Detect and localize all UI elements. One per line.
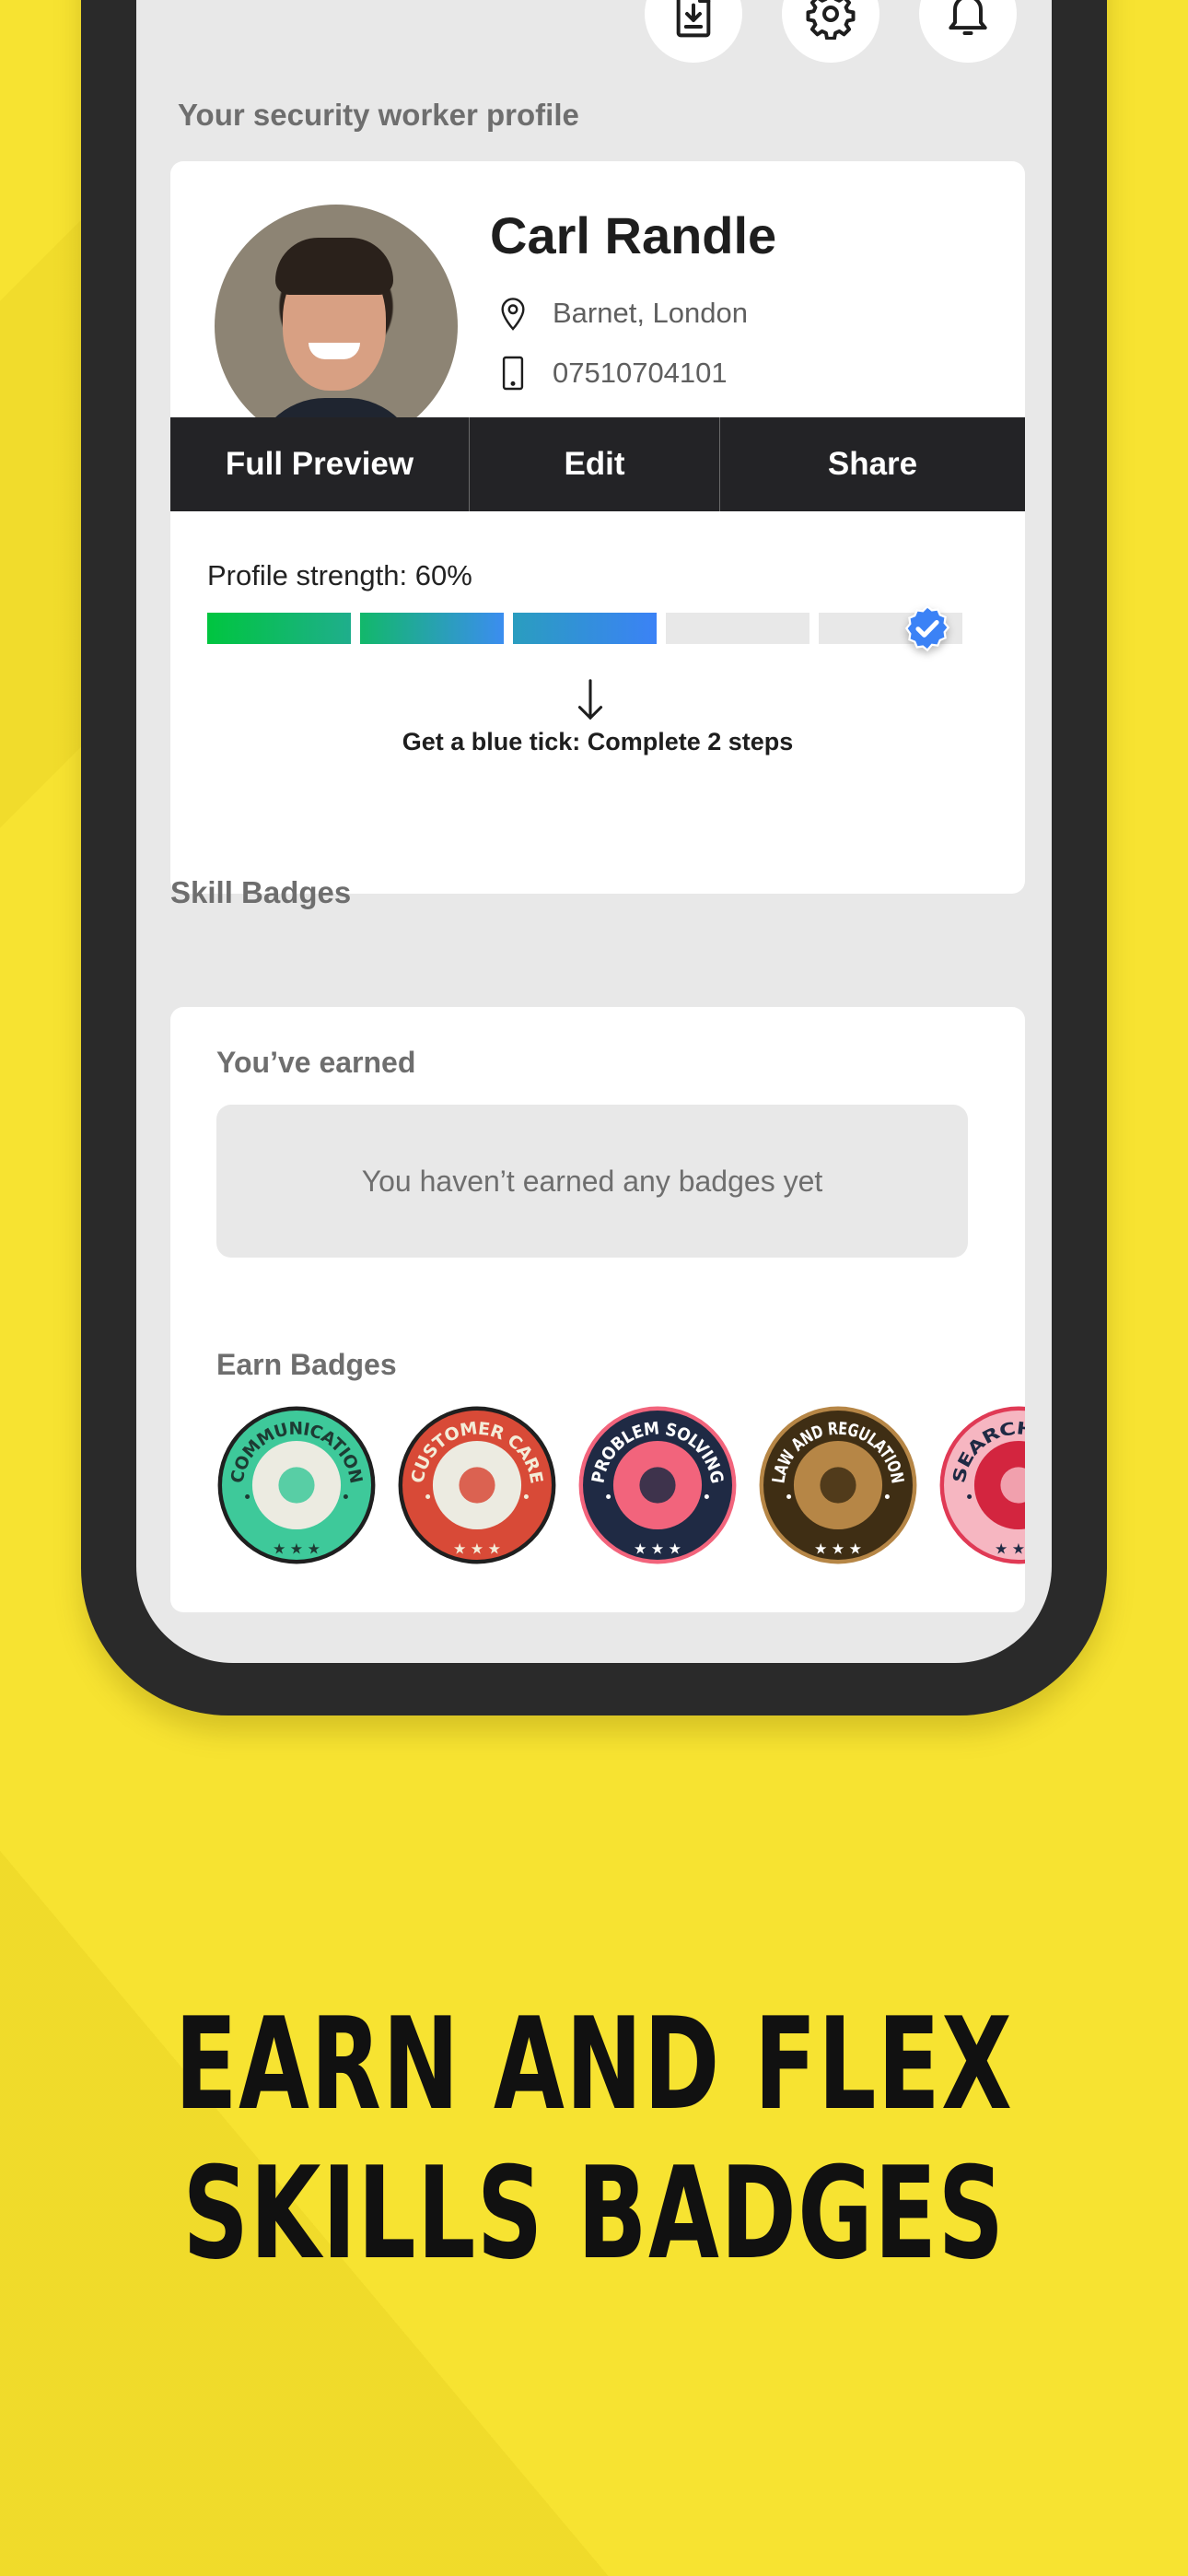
download-cv-button[interactable]	[645, 0, 742, 63]
full-preview-button[interactable]: Full Preview	[170, 417, 470, 511]
blue-tick-message[interactable]: Get a blue tick: Complete 2 steps	[170, 728, 1025, 756]
no-badges-placeholder: You haven’t earned any badges yet	[216, 1105, 968, 1258]
strength-segment-filled	[360, 613, 504, 644]
chat-bubbles-icon: COMMUNICATION ★ ★ ★	[217, 1406, 376, 1564]
search-icon: SEARCHING P ★ ★ ★	[939, 1406, 1025, 1564]
svg-text:★ ★ ★: ★ ★ ★	[634, 1541, 681, 1558]
arrow-down-icon	[577, 679, 603, 720]
svg-text:★ ★ ★: ★ ★ ★	[995, 1541, 1025, 1558]
earn-badges-carousel[interactable]: COMMUNICATION ★ ★ ★ CUSTOMER CARE ★ ★ ★	[215, 1403, 1025, 1578]
skill-badge[interactable]: COMMUNICATION ★ ★ ★	[215, 1403, 379, 1567]
gavel-icon: LAW AND REGULATION ★ ★ ★	[759, 1406, 917, 1564]
skill-badge[interactable]: LAW AND REGULATION ★ ★ ★	[756, 1403, 920, 1567]
svg-text:★ ★ ★: ★ ★ ★	[453, 1541, 501, 1558]
promo-headline: EARN AND FLEX SKILLS BADGES	[167, 1990, 1022, 2289]
skill-badge[interactable]: CUSTOMER CARE ★ ★ ★	[395, 1403, 559, 1567]
gear-icon	[806, 0, 856, 40]
svg-text:★ ★ ★: ★ ★ ★	[273, 1541, 320, 1558]
phone-row: 07510704101	[497, 355, 728, 392]
no-badges-message: You haven’t earned any badges yet	[361, 1164, 823, 1198]
heart-star-icon: CUSTOMER CARE ★ ★ ★	[398, 1406, 556, 1564]
share-button[interactable]: Share	[720, 417, 1025, 511]
profile-strength-bar	[207, 613, 962, 644]
settings-button[interactable]	[782, 0, 879, 63]
mobile-phone-icon	[502, 356, 524, 391]
earn-badges-label: Earn Badges	[216, 1348, 397, 1381]
profile-section-title: Your security worker profile	[178, 98, 579, 132]
headline-line-1: EARN AND FLEX	[174, 1990, 1014, 2138]
phone-frame: Your security worker profile Carl Randle…	[81, 0, 1107, 1715]
notifications-button[interactable]	[919, 0, 1017, 63]
avatar	[215, 205, 458, 448]
skill-badge[interactable]: PROBLEM SOLVING ★ ★ ★	[576, 1403, 740, 1567]
strength-segment-empty	[666, 613, 809, 644]
skill-badges-card: You’ve earned You haven’t earned any bad…	[170, 1007, 1025, 1612]
phone-text[interactable]: 07510704101	[553, 357, 728, 390]
profile-action-bar: Full Preview Edit Share	[170, 417, 1025, 511]
bell-icon	[949, 0, 987, 35]
phone-screen: Your security worker profile Carl Randle…	[136, 0, 1052, 1663]
skill-badge[interactable]: SEARCHING P ★ ★ ★	[937, 1403, 1025, 1567]
svg-text:★ ★ ★: ★ ★ ★	[814, 1541, 862, 1558]
strength-segment-filled	[513, 613, 657, 644]
top-action-icons	[645, 0, 1017, 63]
download-document-icon	[676, 0, 711, 38]
profile-card: Carl Randle Barnet, London 07510704101 s…	[170, 161, 1025, 894]
location-row: Barnet, London	[497, 295, 748, 332]
worker-name: Carl Randle	[490, 206, 777, 264]
strength-segment-filled	[207, 613, 351, 644]
edit-button[interactable]: Edit	[470, 417, 720, 511]
headline-line-2: SKILLS BADGES	[182, 2139, 1006, 2288]
location-pin-icon	[501, 298, 525, 331]
location-text: Barnet, London	[553, 297, 749, 329]
earned-label: You’ve earned	[216, 1046, 416, 1079]
skill-badges-title: Skill Badges	[170, 875, 352, 909]
profile-strength-label: Profile strength: 60%	[207, 559, 472, 591]
brain-icon: PROBLEM SOLVING ★ ★ ★	[578, 1406, 737, 1564]
verified-tick-icon	[904, 604, 950, 652]
